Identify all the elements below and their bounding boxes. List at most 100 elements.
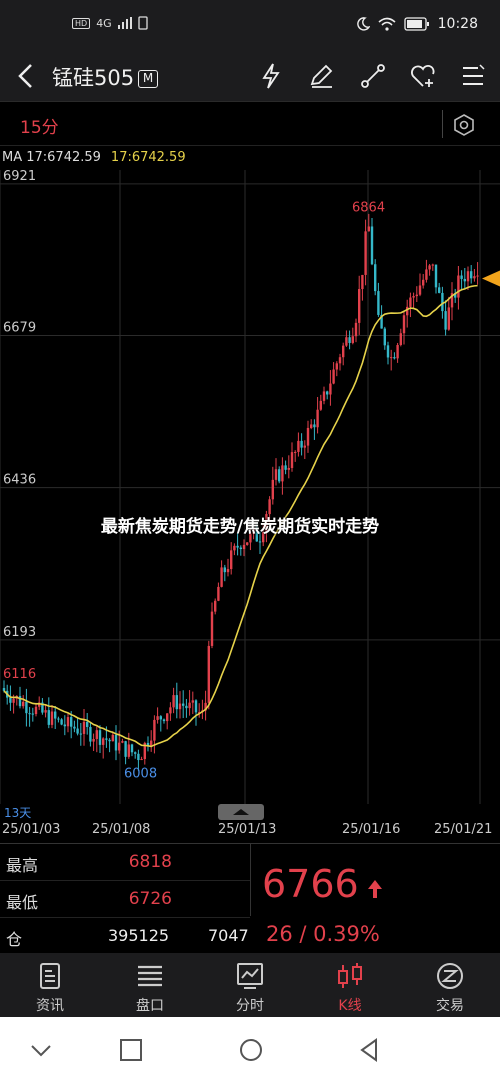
candle-body: [281, 465, 284, 482]
candle-body: [441, 292, 444, 312]
period-bar: 15分: [0, 102, 500, 146]
candle-body: [342, 345, 345, 358]
menu-icon[interactable]: [458, 62, 488, 90]
last-price: 6766: [262, 862, 359, 906]
candle-body: [374, 264, 377, 292]
collapse-handle[interactable]: [218, 804, 264, 820]
candle-body: [242, 544, 246, 550]
candle-body: [50, 711, 54, 725]
candle-body: [428, 265, 431, 270]
date-axis: 25/01/03 25/01/08 25/01/13 25/01/16 25/0…: [0, 820, 500, 842]
candle-body: [246, 542, 249, 545]
candle-body: [220, 567, 223, 587]
candle-body: [12, 698, 15, 703]
tab-timeshare[interactable]: 分时: [200, 953, 300, 1017]
candle-body: [54, 711, 57, 719]
candle-body: [169, 707, 172, 714]
timeshare-icon: [237, 963, 263, 989]
tab-label: 交易: [436, 998, 464, 1014]
candle-body: [370, 226, 374, 265]
candle-body: [153, 719, 156, 741]
candle-body: [121, 741, 124, 743]
candle-body: [73, 726, 76, 729]
status-time: 10:28: [437, 16, 478, 32]
candle-body: [105, 738, 108, 740]
candle-body: [2, 688, 6, 691]
candle-body: [332, 369, 335, 384]
candle-body: [92, 738, 95, 742]
candle-body: [326, 391, 329, 395]
candle-body: [188, 702, 191, 709]
candle-body: [98, 730, 102, 745]
news-icon: [40, 963, 60, 989]
candle-body: [111, 734, 114, 742]
title-bar: 锰硅505 M: [0, 50, 500, 102]
oi-label: 仓: [6, 930, 23, 949]
candle-body: [57, 718, 60, 720]
nav-home-icon[interactable]: [238, 1037, 264, 1063]
favorite-add-icon[interactable]: [408, 62, 438, 90]
candle-body: [345, 337, 348, 346]
candle-body: [402, 315, 406, 334]
candle-body: [178, 703, 182, 710]
candle-body: [134, 752, 137, 754]
indicator-settings-icon[interactable]: [453, 114, 475, 136]
high-row: 最高 6818: [0, 844, 250, 880]
tab-news[interactable]: 资讯: [0, 953, 100, 1017]
candle-body: [476, 275, 479, 277]
candle-body: [300, 440, 303, 448]
high-marker-label: 6864: [352, 201, 385, 216]
tab-kline[interactable]: K线: [300, 953, 400, 1017]
low-marker-label: 6008: [124, 767, 157, 782]
candle-body: [22, 701, 25, 707]
candle-body: [124, 741, 127, 757]
candle-body: [335, 363, 338, 370]
period-selector[interactable]: 15分: [20, 113, 59, 138]
candle-body: [95, 730, 98, 739]
candle-body: [210, 611, 214, 646]
candle-body: [412, 296, 415, 298]
candle-body: [79, 733, 82, 735]
nav-back-icon[interactable]: [356, 1037, 382, 1063]
chevron-up-icon: [233, 809, 249, 815]
candle-body: [159, 716, 162, 720]
high-label: 最高: [6, 856, 39, 875]
line-tool-icon[interactable]: [358, 62, 388, 90]
candle-body: [239, 547, 242, 550]
candle-body: [28, 713, 31, 715]
candle-body: [25, 701, 28, 714]
low-value: 6726: [128, 889, 172, 909]
candle-body: [463, 278, 466, 282]
candle-body: [444, 311, 447, 330]
nav-hide-icon[interactable]: [28, 1037, 54, 1063]
open-interest-row: 仓 395125 7047: [0, 918, 250, 954]
ma-indicator: MA 17:6742.59 17:6742.59: [2, 150, 186, 165]
candle-body: [63, 724, 66, 727]
candle-body: [364, 231, 367, 275]
lightning-icon[interactable]: [256, 62, 286, 90]
candle-body: [9, 697, 12, 703]
candle-body: [354, 322, 358, 337]
candle-body: [118, 742, 121, 751]
tab-label: 盘口: [136, 998, 164, 1014]
candle-body: [268, 499, 271, 515]
candle-body: [377, 291, 380, 315]
back-icon[interactable]: [14, 62, 38, 90]
tab-label: K线: [338, 998, 362, 1014]
status-bar: HD 4G 10:28: [0, 0, 500, 50]
nav-recents-icon[interactable]: [118, 1037, 144, 1063]
kline-chart[interactable]: 6921 6679 6436 6193 6864 6008 6116: [0, 170, 500, 804]
candle-body: [60, 719, 63, 725]
candle-body: [89, 726, 92, 742]
candle-body: [108, 739, 111, 742]
system-nav-bar: [0, 1017, 500, 1083]
candle-body: [233, 545, 236, 551]
tab-trade[interactable]: 交易: [400, 953, 500, 1017]
candle-body: [274, 469, 278, 480]
candle-body: [223, 567, 226, 573]
y-tick-label: 6193: [3, 625, 36, 640]
draw-pen-icon[interactable]: [306, 62, 336, 90]
candle-body: [287, 467, 290, 470]
trade-icon: [437, 963, 463, 989]
tab-orderbook[interactable]: 盘口: [100, 953, 200, 1017]
